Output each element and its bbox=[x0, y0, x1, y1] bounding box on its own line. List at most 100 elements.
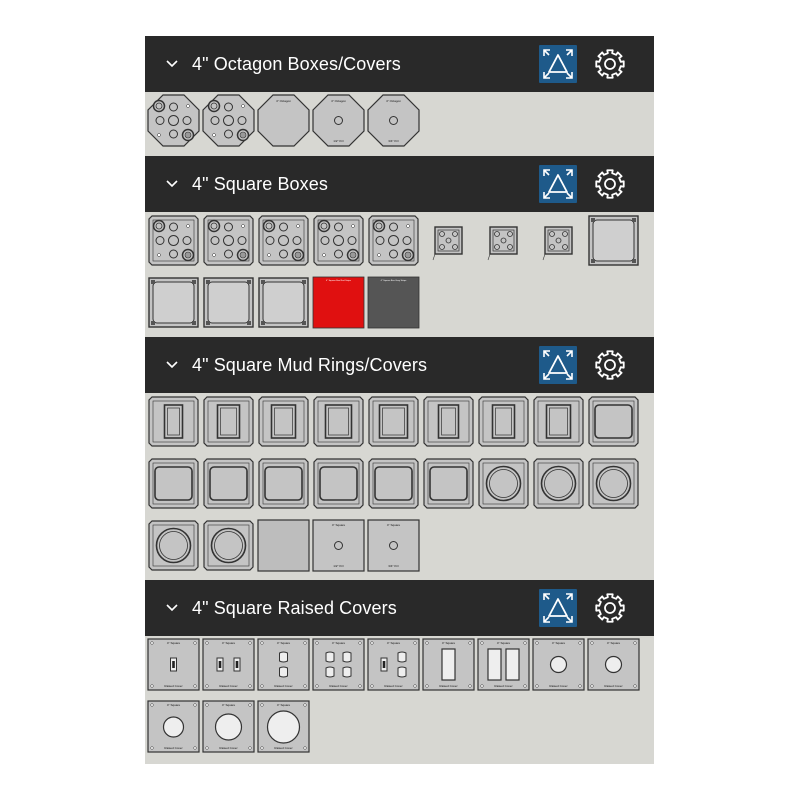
part-tile-sq-box[interactable] bbox=[147, 214, 200, 267]
part-tile-sq-red[interactable]: 4" Square Box Red Stripe bbox=[312, 276, 365, 329]
part-tile-rc-tog-dup[interactable]: 4" Square Raised Cover bbox=[367, 638, 420, 691]
svg-text:3/4" KO: 3/4" KO bbox=[388, 564, 399, 568]
svg-text:4" Square: 4" Square bbox=[277, 641, 291, 645]
svg-text:Raised Cover: Raised Cover bbox=[164, 746, 182, 750]
svg-text:Raised Cover: Raised Cover bbox=[274, 684, 292, 688]
part-tile-rc-duplex[interactable]: 4" Square Raised Cover bbox=[257, 638, 310, 691]
part-tile-sq-mini[interactable] bbox=[422, 214, 475, 267]
section-header[interactable]: 4" Square Boxes bbox=[145, 156, 654, 212]
part-mud-2g-icon bbox=[423, 458, 474, 509]
section-header[interactable]: 4" Square Raised Covers bbox=[145, 580, 654, 636]
section-header[interactable]: 4" Square Mud Rings/Covers bbox=[145, 337, 654, 393]
part-rc-2duplex-icon: 4" Square Raised Cover bbox=[312, 638, 365, 691]
settings-button[interactable] bbox=[594, 592, 626, 624]
part-tile-mud-1g[interactable] bbox=[532, 395, 585, 448]
svg-text:4" Square: 4" Square bbox=[222, 703, 236, 707]
part-tile-mud-2g[interactable] bbox=[367, 457, 420, 510]
part-tile-sq-box[interactable] bbox=[202, 214, 255, 267]
svg-text:Raised Cover: Raised Cover bbox=[219, 746, 237, 750]
part-tile-rc-round-s[interactable]: 4" Square Raised Cover bbox=[147, 700, 200, 753]
part-tile-oct-box[interactable] bbox=[147, 94, 200, 147]
part-tile-sq-frame[interactable] bbox=[147, 276, 200, 329]
part-tile-oct-blank[interactable]: 4" Octagon bbox=[257, 94, 310, 147]
svg-text:4" Square: 4" Square bbox=[277, 703, 291, 707]
part-tile-sq-frame[interactable] bbox=[587, 214, 640, 267]
part-tile-rc-single[interactable]: 4" Square Raised Cover bbox=[532, 638, 585, 691]
part-sq-mini-icon bbox=[542, 226, 573, 261]
part-tile-mud-1g[interactable] bbox=[257, 395, 310, 448]
part-tile-sq-mini[interactable] bbox=[477, 214, 530, 267]
part-sq-box-icon bbox=[368, 215, 419, 266]
expand-button[interactable] bbox=[539, 589, 577, 627]
chevron-down-icon[interactable] bbox=[165, 601, 179, 615]
chevron-down-icon[interactable] bbox=[165, 57, 179, 71]
part-tile-mud-round[interactable] bbox=[532, 457, 585, 510]
part-tile-mud-round[interactable] bbox=[587, 457, 640, 510]
part-tile-mud-2g[interactable] bbox=[422, 457, 475, 510]
settings-button[interactable] bbox=[594, 48, 626, 80]
section-title: 4" Square Raised Covers bbox=[192, 598, 397, 618]
settings-button[interactable] bbox=[594, 349, 626, 381]
part-mud-2g-icon bbox=[203, 458, 254, 509]
part-mud-2g-icon bbox=[588, 396, 639, 447]
part-tile-mud-round[interactable] bbox=[202, 519, 255, 572]
part-tile-mud-blank[interactable] bbox=[257, 519, 310, 572]
part-mud-blank-icon bbox=[257, 519, 310, 572]
part-tile-sq-box[interactable] bbox=[367, 214, 420, 267]
part-tile-mud-ko[interactable]: 4" Square 3/4" KO bbox=[367, 519, 420, 572]
part-oct-box-icon bbox=[202, 94, 255, 147]
part-tile-sq-mini[interactable] bbox=[532, 214, 585, 267]
part-tile-mud-1g[interactable] bbox=[312, 395, 365, 448]
part-tile-oct-hole[interactable]: 4" Octagon 3/4" KO bbox=[367, 94, 420, 147]
part-tile-mud-2g[interactable] bbox=[257, 457, 310, 510]
part-sq-mini-icon bbox=[487, 226, 518, 261]
part-tile-mud-1g[interactable] bbox=[422, 395, 475, 448]
part-rc-single-icon: 4" Square Raised Cover bbox=[587, 638, 640, 691]
part-tile-mud-2g[interactable] bbox=[147, 457, 200, 510]
part-tile-mud-2g[interactable] bbox=[202, 457, 255, 510]
part-tile-rc-2toggle[interactable]: 4" Square Raised Cover bbox=[202, 638, 255, 691]
part-tile-rc-toggle[interactable]: 4" Square Raised Cover bbox=[147, 638, 200, 691]
part-tile-sq-grey[interactable]: 4" Square Box Grey Stripe bbox=[367, 276, 420, 329]
part-tile-mud-2g[interactable] bbox=[587, 395, 640, 448]
chevron-down-icon[interactable] bbox=[165, 358, 179, 372]
part-tile-rc-2duplex[interactable]: 4" Square Raised Cover bbox=[312, 638, 365, 691]
part-tile-oct-hole[interactable]: 4" Octagon 1/2" KO bbox=[312, 94, 365, 147]
part-tile-rc-round-l[interactable]: 4" Square Raised Cover bbox=[257, 700, 310, 753]
part-tile-mud-1g[interactable] bbox=[147, 395, 200, 448]
part-tile-mud-round[interactable] bbox=[147, 519, 200, 572]
part-tile-sq-box[interactable] bbox=[257, 214, 310, 267]
part-tile-rc-2deco[interactable]: 4" Square Raised Cover bbox=[477, 638, 530, 691]
part-tile-rc-deco[interactable]: 4" Square Raised Cover bbox=[422, 638, 475, 691]
expand-button[interactable] bbox=[539, 165, 577, 203]
chevron-down-icon[interactable] bbox=[165, 177, 179, 191]
part-sq-box-icon bbox=[258, 215, 309, 266]
part-tile-mud-round[interactable] bbox=[477, 457, 530, 510]
svg-text:3/4" KO: 3/4" KO bbox=[388, 139, 399, 143]
part-tile-rc-single[interactable]: 4" Square Raised Cover bbox=[587, 638, 640, 691]
svg-text:Raised Cover: Raised Cover bbox=[219, 684, 237, 688]
part-tile-mud-1g[interactable] bbox=[477, 395, 530, 448]
part-tile-mud-1g[interactable] bbox=[367, 395, 420, 448]
svg-text:Raised Cover: Raised Cover bbox=[384, 684, 402, 688]
svg-text:4" Square Box Grey Stripe: 4" Square Box Grey Stripe bbox=[381, 279, 407, 282]
part-tile-mud-2g[interactable] bbox=[312, 457, 365, 510]
expand-button[interactable] bbox=[539, 346, 577, 384]
part-tile-oct-box[interactable] bbox=[202, 94, 255, 147]
part-tile-rc-round-m[interactable]: 4" Square Raised Cover bbox=[202, 700, 255, 753]
part-mud-round-icon bbox=[533, 458, 584, 509]
part-sq-box-icon bbox=[313, 215, 364, 266]
expand-arrows-icon bbox=[543, 593, 573, 623]
part-mud-1g-icon bbox=[203, 396, 254, 447]
part-rc-duplex-icon: 4" Square Raised Cover bbox=[257, 638, 310, 691]
part-sq-box-icon bbox=[148, 215, 199, 266]
part-tile-mud-ko[interactable]: 4" Square 1/2" KO bbox=[312, 519, 365, 572]
part-tile-sq-box[interactable] bbox=[312, 214, 365, 267]
part-tile-sq-frame[interactable] bbox=[257, 276, 310, 329]
settings-button[interactable] bbox=[594, 168, 626, 200]
part-tile-mud-1g[interactable] bbox=[202, 395, 255, 448]
part-oct-hole-icon: 4" Octagon 1/2" KO bbox=[312, 94, 365, 147]
part-tile-sq-frame[interactable] bbox=[202, 276, 255, 329]
section-header[interactable]: 4" Octagon Boxes/Covers bbox=[145, 36, 654, 92]
expand-button[interactable] bbox=[539, 45, 577, 83]
